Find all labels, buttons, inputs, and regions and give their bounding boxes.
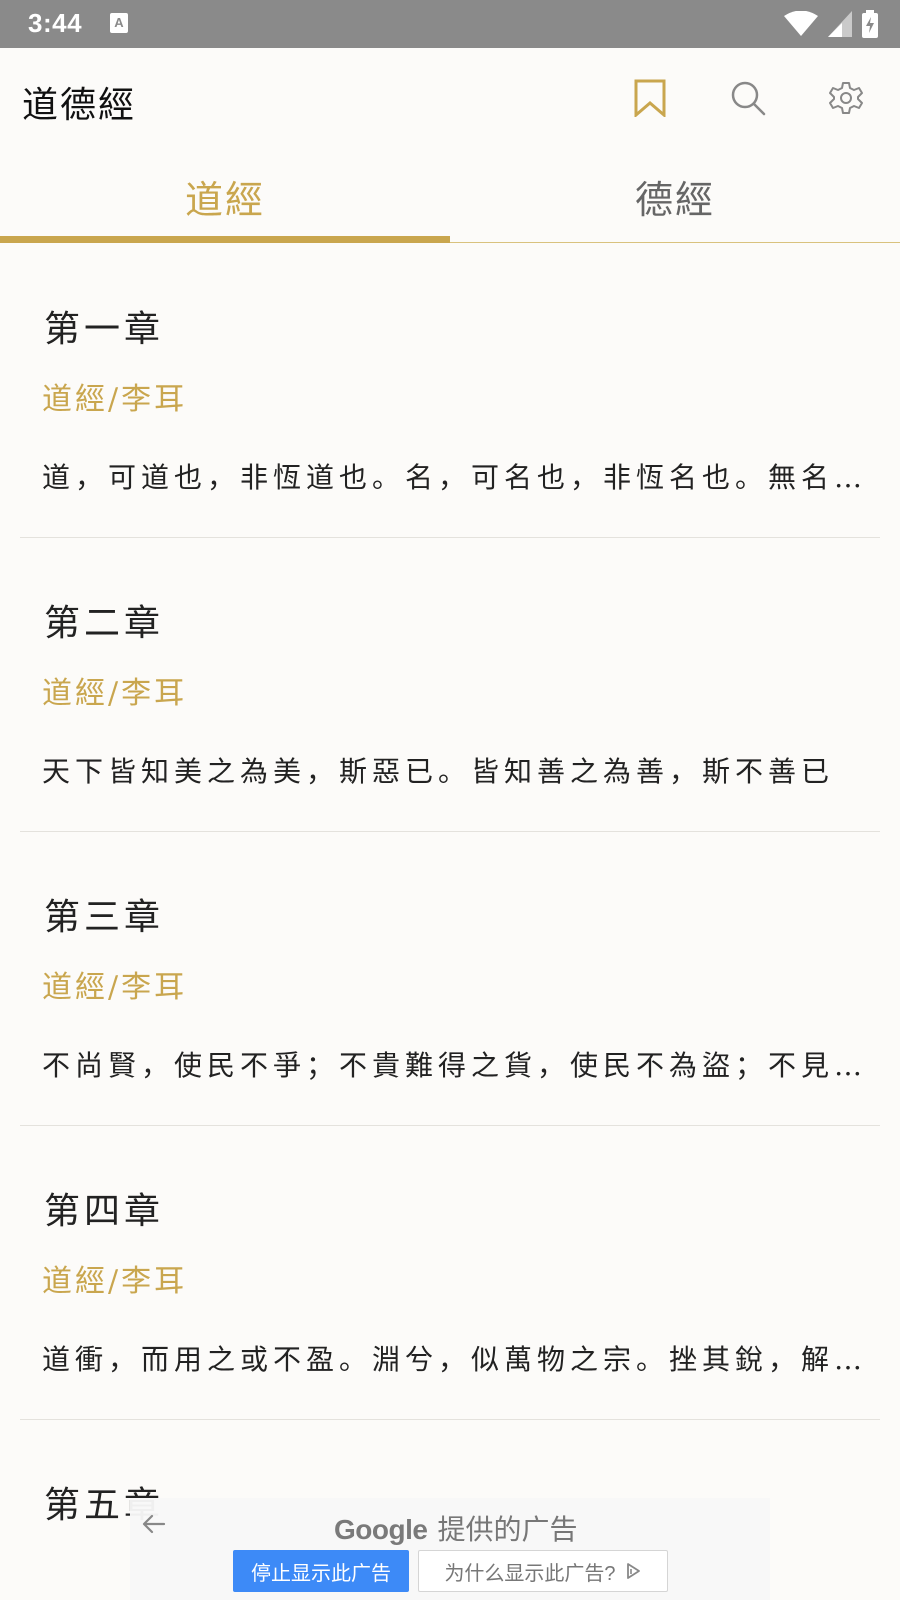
bookmark-icon — [634, 79, 666, 117]
chapter-list: 第一章 道經/李耳 道，可道也，非恆道也。名，可名也，非恆名也。無名，萬物之始也… — [0, 244, 900, 1540]
chapter-source: 道經/李耳 — [42, 1264, 188, 1299]
settings-button[interactable] — [826, 78, 866, 118]
tab-dao-jing[interactable]: 道經 — [0, 148, 450, 244]
wifi-icon — [784, 11, 818, 36]
search-button[interactable] — [728, 78, 768, 118]
tab-divider — [450, 242, 900, 243]
tab-bar: 道經 德經 — [0, 148, 900, 244]
ad-panel: Google 提供的广告 停止显示此广告 为什么显示此广告? — [130, 1498, 770, 1600]
notification-a-icon: A — [110, 13, 128, 33]
chapter-title: 第二章 — [44, 603, 165, 644]
why-ad-label: 为什么显示此广告? — [444, 1562, 616, 1585]
stop-ad-button[interactable]: 停止显示此广告 — [233, 1550, 409, 1592]
cell-signal-icon — [828, 11, 852, 37]
google-logo: Google — [334, 1514, 428, 1545]
notification-letter: A — [114, 15, 124, 30]
chapter-item[interactable]: 第一章 道經/李耳 道，可道也，非恆道也。名，可名也，非恆名也。無名，萬物之始也 — [20, 244, 882, 538]
active-tab-indicator — [0, 236, 450, 243]
status-icons — [784, 10, 878, 38]
chapter-item[interactable]: 第四章 道經/李耳 道衝，而用之或不盈。淵兮，似萬物之宗。挫其銳，解其紛 — [20, 1126, 882, 1420]
app-bar: 道德經 — [0, 48, 900, 148]
chapter-item[interactable]: 第二章 道經/李耳 天下皆知美之為美，斯惡已。皆知善之為善，斯不善已 — [20, 538, 880, 832]
chapter-item[interactable]: 第三章 道經/李耳 不尚賢，使民不爭；不貴難得之貨，使民不為盜；不見可欲 — [20, 832, 882, 1126]
why-ad-button[interactable]: 为什么显示此广告? — [418, 1550, 668, 1592]
gear-icon — [829, 82, 863, 114]
chapter-source: 道經/李耳 — [42, 676, 188, 711]
app-title: 道德經 — [22, 85, 137, 126]
adchoices-icon — [626, 1563, 640, 1579]
chapter-source: 道經/李耳 — [42, 970, 188, 1005]
chapter-excerpt: 不尚賢，使民不爭；不貴難得之貨，使民不為盜；不見可欲 — [42, 1049, 882, 1082]
chapter-title: 第一章 — [44, 309, 165, 350]
status-time: 3:44 — [28, 8, 83, 38]
chapter-excerpt: 天下皆知美之為美，斯惡已。皆知善之為善，斯不善已 — [42, 755, 835, 788]
ad-brand: Google 提供的广告 — [334, 1508, 577, 1548]
chapter-excerpt: 道，可道也，非恆道也。名，可名也，非恆名也。無名，萬物之始也 — [42, 461, 882, 494]
ad-brand-suffix: 提供的广告 — [437, 1514, 578, 1545]
arrow-left-icon — [142, 1514, 166, 1534]
bookmark-button[interactable] — [630, 78, 670, 118]
status-bar: 3:44 A — [0, 0, 900, 48]
battery-charging-icon — [862, 10, 878, 38]
ad-back-button[interactable] — [136, 1506, 172, 1542]
tab-de-jing[interactable]: 德經 — [450, 148, 900, 244]
search-icon — [731, 81, 766, 116]
chapter-title: 第四章 — [44, 1191, 165, 1232]
chapter-excerpt: 道衝，而用之或不盈。淵兮，似萬物之宗。挫其銳，解其紛 — [42, 1343, 882, 1376]
chapter-title: 第三章 — [44, 897, 165, 938]
chapter-source: 道經/李耳 — [42, 382, 188, 417]
